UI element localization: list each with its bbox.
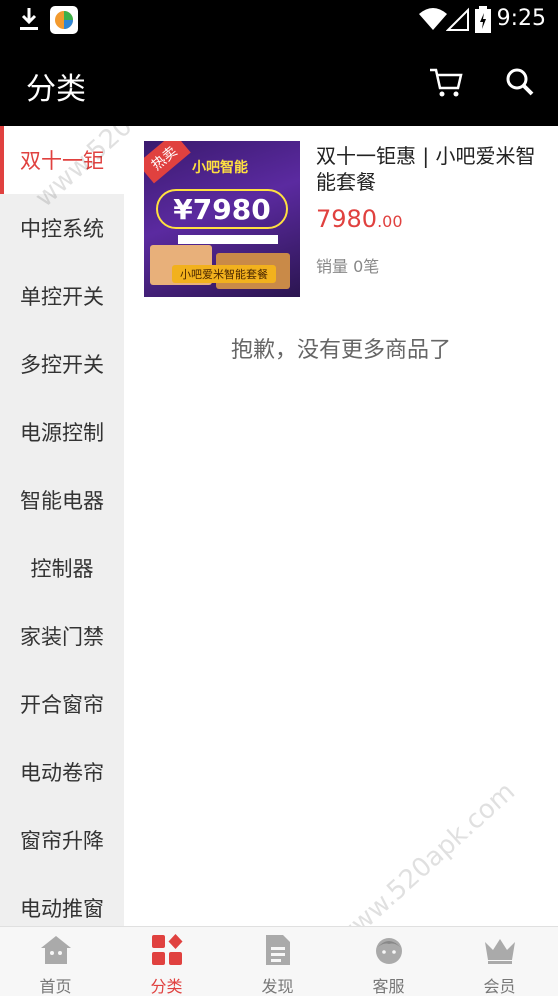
sidebar-item-curtain-lift[interactable]: 窗帘升降 — [0, 806, 124, 874]
customer-service-icon — [372, 933, 406, 967]
battery-icon — [474, 6, 492, 38]
tab-customer-service[interactable]: 客服 — [333, 927, 444, 996]
discover-icon — [261, 933, 295, 967]
app-store-icon — [50, 6, 78, 38]
sales-count: 0 — [353, 257, 364, 276]
wifi-icon — [418, 6, 448, 36]
product-sales: 销量 0笔 — [316, 253, 379, 277]
product-price: 7980.00 — [316, 205, 403, 233]
product-image[interactable]: 热卖 小吧智能 ¥7980 小吧爱米智能套餐 — [144, 141, 300, 297]
sidebar-item-roller-blind[interactable]: 电动卷帘 — [0, 738, 124, 806]
price-decimal: .00 — [377, 212, 403, 231]
sidebar-item-power-control[interactable]: 电源控制 — [0, 398, 124, 466]
sidebar-item-central-control[interactable]: 中控系统 — [0, 194, 124, 262]
tab-member-label: 会员 — [483, 977, 516, 996]
signal-icon — [445, 6, 470, 36]
no-more-items-text: 抱歉，没有更多商品了 — [230, 338, 451, 363]
tab-customer-service-label: 客服 — [372, 977, 405, 996]
tab-member[interactable]: 会员 — [444, 927, 555, 996]
hot-badge: 热卖 — [144, 141, 191, 184]
page-title: 分类 — [26, 72, 86, 107]
sidebar-item-door-access[interactable]: 家装门禁 — [0, 602, 124, 670]
sidebar-item-single-switch[interactable]: 单控开关 — [0, 262, 124, 330]
cart-icon — [428, 66, 464, 102]
download-icon — [18, 6, 40, 36]
search-icon — [505, 67, 535, 101]
cart-button[interactable] — [424, 62, 468, 106]
tab-home[interactable]: 首页 — [0, 927, 111, 996]
member-crown-icon — [483, 933, 517, 967]
price-integer: 7980 — [316, 205, 378, 233]
sales-label: 销量 — [316, 257, 349, 276]
sidebar-item-smart-appliance[interactable]: 智能电器 — [0, 466, 124, 534]
app-header: 分类 — [0, 40, 558, 126]
product-card[interactable]: 热卖 小吧智能 ¥7980 小吧爱米智能套餐 双十一钜惠 | 小吧爱米智能套餐 … — [144, 141, 554, 299]
category-icon — [150, 933, 184, 967]
status-bar: 9:25 — [0, 0, 558, 40]
image-banner-strip — [178, 235, 278, 244]
product-title[interactable]: 双十一钜惠 | 小吧爱米智能套餐 — [316, 143, 554, 195]
sidebar-item-curtain-open[interactable]: 开合窗帘 — [0, 670, 124, 738]
home-icon — [39, 933, 73, 967]
image-caption: 小吧爱米智能套餐 — [172, 265, 276, 283]
search-button[interactable] — [498, 62, 542, 106]
tab-category[interactable]: 分类 — [111, 927, 222, 996]
tab-home-label: 首页 — [39, 977, 72, 996]
sidebar-item-window-opener[interactable]: 电动推窗 — [0, 874, 124, 926]
tab-discover[interactable]: 发现 — [222, 927, 333, 996]
sidebar-item-multi-switch[interactable]: 多控开关 — [0, 330, 124, 398]
bottom-tab-bar: 首页 分类 发现 客服 会员 — [0, 926, 558, 996]
category-sidebar: 双十一钜 中控系统 单控开关 多控开关 电源控制 智能电器 控制器 家装门禁 开… — [0, 126, 124, 926]
sidebar-item-controller[interactable]: 控制器 — [0, 534, 124, 602]
image-brand-text: 小吧智能 — [192, 160, 248, 176]
status-time: 9:25 — [496, 6, 546, 31]
sales-unit: 笔 — [363, 257, 380, 276]
image-price-text: ¥7980 — [156, 189, 288, 229]
tab-discover-label: 发现 — [261, 977, 294, 996]
tab-category-label: 分类 — [150, 977, 183, 996]
